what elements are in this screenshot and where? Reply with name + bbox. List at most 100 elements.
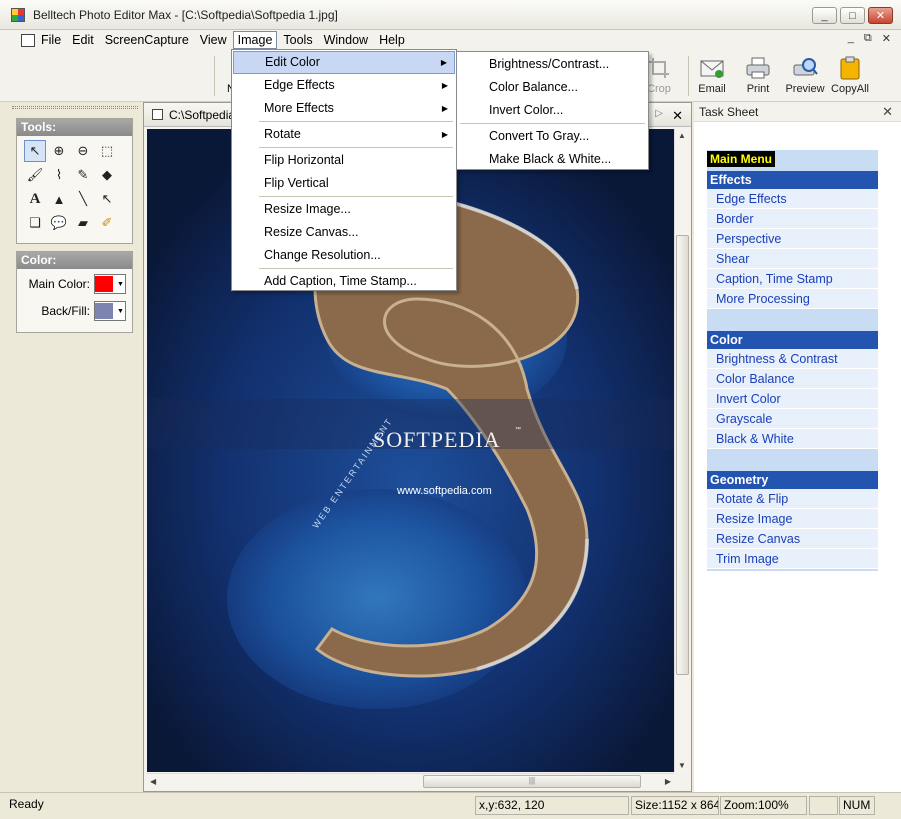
task-link-border[interactable]: Border (707, 209, 878, 229)
tools-panel: Tools: ↖ ⊕ ⊖ ⬚ 🖌 ⌇ ✎ ◆ A ▲ ╲ ↖ ❑ 💬 ▰ ✐ C… (8, 102, 138, 788)
eraser-tool-icon[interactable]: ▰ (72, 212, 94, 234)
menu-item-resize-canvas[interactable]: Resize Canvas... (233, 221, 455, 244)
rect-select-tool-icon[interactable]: ⬚ (96, 140, 118, 162)
task-link-grayscale[interactable]: Grayscale (707, 409, 878, 429)
back-color-picker[interactable]: ▼ (94, 301, 126, 321)
menu-screencapture[interactable]: ScreenCapture (100, 31, 194, 49)
section-color-head: Color (707, 331, 878, 349)
menu-edit[interactable]: Edit (67, 31, 99, 49)
submenu-item-make-black-white[interactable]: Make Black & White... (458, 148, 647, 171)
menu-item-flip-vertical[interactable]: Flip Vertical (233, 172, 455, 195)
copyall-button[interactable]: CopyAll (825, 55, 875, 95)
task-link-caption-time-stamp[interactable]: Caption, Time Stamp (707, 269, 878, 289)
task-link-shear[interactable]: Shear (707, 249, 878, 269)
text-tool-icon[interactable]: A (24, 188, 46, 210)
menu-view[interactable]: View (195, 31, 232, 49)
submenu-item-brightness-contrast[interactable]: Brightness/Contrast... (458, 53, 647, 76)
document-title: C:\Softpedia (169, 107, 236, 122)
task-link-invert-color[interactable]: Invert Color (707, 389, 878, 409)
horizontal-scrollbar[interactable]: ||| ◀ ▶ (147, 773, 674, 788)
menu-separator (259, 121, 453, 122)
task-sheet-close-icon[interactable]: ✕ (882, 104, 893, 120)
window-controls: _ □ ✕ (812, 7, 893, 24)
vertical-scroll-thumb[interactable] (676, 235, 689, 675)
clone-tool-icon[interactable]: ⌇ (48, 164, 70, 186)
task-sheet-title: Task Sheet (694, 102, 901, 122)
scroll-left-arrow-icon[interactable]: ◀ (150, 777, 156, 786)
task-link-perspective[interactable]: Perspective (707, 229, 878, 249)
document-close-button[interactable]: ✕ (672, 108, 683, 124)
scroll-down-arrow-icon[interactable]: ▼ (678, 761, 686, 770)
printer-icon (746, 57, 770, 79)
print-button[interactable]: Print (733, 55, 783, 95)
task-link-resize-canvas[interactable]: Resize Canvas (707, 529, 878, 549)
email-button[interactable]: Email (687, 55, 737, 95)
menu-file[interactable]: File (36, 31, 66, 49)
task-link-color-balance[interactable]: Color Balance (707, 369, 878, 389)
tools-title: Tools: (17, 119, 132, 136)
submenu-arrow-icon: ▶ (441, 81, 448, 90)
menu-item-edge-effects[interactable]: Edge Effects ▶ (233, 74, 455, 97)
menu-image[interactable]: Image (232, 31, 278, 49)
scroll-up-arrow-icon[interactable]: ▲ (678, 131, 686, 140)
crop-icon (649, 58, 669, 78)
arrow-tool-icon[interactable]: ↖ (96, 188, 118, 210)
document-menu-icon[interactable] (21, 33, 35, 47)
maximize-button[interactable]: □ (840, 7, 865, 24)
line-tool-icon[interactable]: ╲ (72, 188, 94, 210)
horizontal-scroll-thumb[interactable]: ||| (423, 775, 641, 788)
vertical-scrollbar[interactable]: ▲ ▼ (674, 129, 689, 772)
scroll-right-arrow-icon[interactable]: ▶ (665, 777, 671, 786)
task-link-resize-image[interactable]: Resize Image (707, 509, 878, 529)
fill-bucket-tool-icon[interactable]: ◆ (96, 164, 118, 186)
task-link-trim-image[interactable]: Trim Image (707, 549, 878, 569)
color-title: Color: (17, 252, 132, 269)
eyedropper-tool-icon[interactable]: ✎ (72, 164, 94, 186)
section-geometry-head: Geometry (707, 471, 878, 489)
menu-item-resize-image[interactable]: Resize Image... (233, 198, 455, 221)
menu-item-more-effects[interactable]: More Effects ▶ (233, 97, 455, 120)
next-document-icon[interactable]: ▷ (655, 108, 663, 119)
menu-tools[interactable]: Tools (278, 31, 317, 49)
task-link-black-white[interactable]: Black & White (707, 429, 878, 449)
task-link-brightness-contrast[interactable]: Brightness & Contrast (707, 349, 878, 369)
menu-item-rotate[interactable]: Rotate ▶ (233, 123, 455, 146)
watermark-brand: SOFTPEDIA (373, 427, 501, 452)
brush-tool-icon[interactable]: 🖌 (24, 164, 46, 186)
main-color-picker[interactable]: ▼ (94, 274, 126, 294)
back-color-row: Back/Fill: ▼ (17, 299, 132, 326)
status-image-size: Size:1152 x 864 (631, 796, 719, 815)
minimize-button[interactable]: _ (812, 7, 837, 24)
menu-help[interactable]: Help (374, 31, 410, 49)
task-link-rotate-flip[interactable]: Rotate & Flip (707, 489, 878, 509)
zoom-out-tool-icon[interactable]: ⊖ (72, 140, 94, 162)
preview-button[interactable]: Preview (780, 55, 830, 95)
menu-item-add-caption[interactable]: Add Caption, Time Stamp... (233, 270, 455, 293)
menu-item-flip-horizontal[interactable]: Flip Horizontal (233, 149, 455, 172)
document-icon (152, 109, 163, 120)
mdi-minimize-button[interactable]: _ (848, 32, 854, 45)
panel-grip[interactable] (12, 106, 138, 109)
menu-item-edit-color[interactable]: Edit Color ▶ (233, 51, 455, 74)
print-label: Print (746, 83, 770, 95)
main-color-swatch (95, 276, 113, 292)
zoom-in-tool-icon[interactable]: ⊕ (48, 140, 70, 162)
task-link-more-processing[interactable]: More Processing (707, 289, 878, 309)
close-button[interactable]: ✕ (868, 7, 893, 24)
section-effects-head: Effects (707, 171, 878, 189)
stamp-tool-icon[interactable]: ▲ (48, 188, 70, 210)
shape-tool-icon[interactable]: ❑ (24, 212, 46, 234)
submenu-item-color-balance[interactable]: Color Balance... (458, 76, 647, 99)
submenu-item-invert-color[interactable]: Invert Color... (458, 99, 647, 122)
submenu-item-convert-to-gray[interactable]: Convert To Gray... (458, 125, 647, 148)
status-coords: x,y:632, 120 (475, 796, 629, 815)
pointer-tool-icon[interactable]: ↖ (24, 140, 46, 162)
menu-item-change-resolution[interactable]: Change Resolution... (233, 244, 455, 267)
section-gap (707, 309, 878, 329)
task-link-edge-effects[interactable]: Edge Effects (707, 189, 878, 209)
mdi-restore-button[interactable]: ⧉ (864, 32, 872, 45)
menu-window[interactable]: Window (319, 31, 373, 49)
mdi-close-button[interactable]: ✕ (882, 32, 891, 45)
highlighter-tool-icon[interactable]: ✐ (96, 212, 118, 234)
callout-tool-icon[interactable]: 💬 (48, 212, 70, 234)
